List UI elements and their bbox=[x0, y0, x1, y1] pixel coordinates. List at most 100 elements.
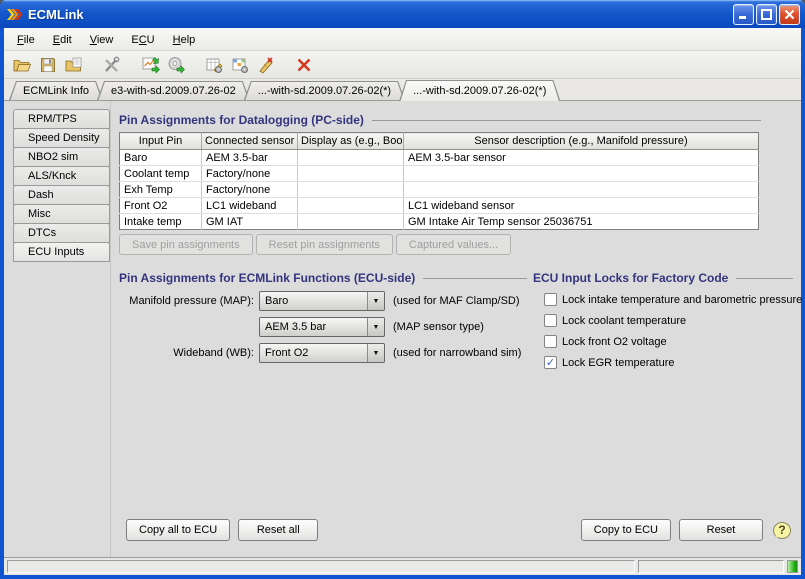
close-button[interactable] bbox=[779, 4, 800, 25]
checkbox-unchecked[interactable] bbox=[544, 314, 557, 327]
menu-help[interactable]: Help bbox=[164, 31, 205, 49]
table-cell[interactable]: Factory/none bbox=[202, 182, 298, 198]
checkbox-label: Lock EGR temperature bbox=[562, 357, 675, 369]
copy-all-to-ecu-button[interactable]: Copy all to ECU bbox=[126, 519, 230, 541]
status-bar bbox=[4, 558, 801, 575]
help-icon[interactable]: ? bbox=[773, 522, 791, 539]
captured-values-button[interactable]: Captured values... bbox=[396, 234, 511, 255]
status-message-panel bbox=[7, 560, 635, 573]
map-source-select[interactable]: Baro ▼ bbox=[259, 291, 385, 311]
column-header-input-pin[interactable]: Input Pin bbox=[120, 133, 202, 150]
edit-tables-icon[interactable] bbox=[202, 53, 226, 77]
save-pin-assignments-button[interactable]: Save pin assignments bbox=[119, 234, 253, 255]
copy-to-ecu-button[interactable]: Copy to ECU bbox=[581, 519, 671, 541]
write-to-ecu-icon[interactable] bbox=[164, 53, 188, 77]
checkbox-label: Lock coolant temperature bbox=[562, 315, 686, 327]
read-from-ecu-icon[interactable] bbox=[138, 53, 162, 77]
tools-icon[interactable] bbox=[100, 53, 124, 77]
table-row[interactable]: Coolant tempFactory/none bbox=[120, 166, 759, 182]
map-sensor-note: (MAP sensor type) bbox=[393, 321, 484, 333]
sidebar-item-rpm-tps[interactable]: RPM/TPS bbox=[13, 109, 110, 129]
lock-row-lock-egr-temperature: ✓ Lock EGR temperature bbox=[533, 356, 793, 369]
menu-view[interactable]: View bbox=[81, 31, 123, 49]
clear-data-icon[interactable] bbox=[254, 53, 278, 77]
table-cell[interactable]: Baro bbox=[120, 150, 202, 166]
table-cell[interactable]: Exh Temp bbox=[120, 182, 202, 198]
ecu-locks-group: ECU Input Locks for Factory Code Lock in… bbox=[533, 271, 793, 369]
table-row[interactable]: Front O2LC1 wideband LC1 wideband sensor bbox=[120, 198, 759, 214]
checkbox-unchecked[interactable] bbox=[544, 335, 557, 348]
tab-0-ecmlink-info[interactable]: ECMLink Info bbox=[9, 81, 103, 100]
wideband-source-select[interactable]: Front O2 ▼ bbox=[259, 343, 385, 363]
table-cell[interactable]: LC1 wideband sensor bbox=[404, 198, 759, 214]
sidebar-item-ecu-inputs[interactable]: ECU Inputs bbox=[13, 242, 110, 262]
lock-row-lock-coolant-temperature: Lock coolant temperature bbox=[533, 314, 793, 327]
status-aux-panel bbox=[638, 560, 784, 573]
content-area: RPM/TPSSpeed DensityNBO2 simALS/KnckDash… bbox=[4, 101, 801, 558]
checkbox-label: Lock intake temperature and barometric p… bbox=[562, 294, 802, 306]
checkbox-unchecked[interactable] bbox=[544, 293, 557, 306]
table-cell[interactable]: AEM 3.5-bar bbox=[202, 150, 298, 166]
table-cell[interactable] bbox=[298, 198, 404, 214]
reset-all-button[interactable]: Reset all bbox=[238, 519, 318, 541]
menu-ecu[interactable]: ECU bbox=[122, 31, 163, 49]
tab-2-with-sd-2009-07-26-02[interactable]: ...-with-sd.2009.07.26-02(*) bbox=[244, 81, 405, 100]
table-cell[interactable]: Front O2 bbox=[120, 198, 202, 214]
app-window: ECMLink FileEditViewECUHelp bbox=[0, 0, 805, 579]
tab-1-e3-with-sd-2009-07-26-02[interactable]: e3-with-sd.2009.07.26-02 bbox=[97, 81, 250, 100]
table-cell[interactable] bbox=[298, 166, 404, 182]
menu-bar: FileEditViewECUHelp bbox=[4, 28, 801, 51]
checkbox-checked[interactable]: ✓ bbox=[544, 356, 557, 369]
sidebar-item-misc[interactable]: Misc bbox=[13, 204, 110, 224]
table-row[interactable]: BaroAEM 3.5-bar AEM 3.5-bar sensor bbox=[120, 150, 759, 166]
table-cell[interactable] bbox=[404, 182, 759, 198]
datalogging-group: Pin Assignments for Datalogging (PC-side… bbox=[119, 113, 761, 255]
view-tables-icon[interactable] bbox=[228, 53, 252, 77]
table-cell[interactable] bbox=[298, 214, 404, 230]
tab-3-with-sd-2009-07-26-02[interactable]: ...-with-sd.2009.07.26-02(*) bbox=[399, 80, 560, 101]
wideband-label: Wideband (WB): bbox=[119, 347, 259, 359]
sidebar-item-nbo2-sim[interactable]: NBO2 sim bbox=[13, 147, 110, 167]
pin-table-body: BaroAEM 3.5-barAEM 3.5-bar sensorCoolant… bbox=[120, 150, 759, 230]
ecu-locks-group-title: ECU Input Locks for Factory Code bbox=[533, 271, 793, 285]
lock-row-lock-front-o2-voltage: Lock front O2 voltage bbox=[533, 335, 793, 348]
pin-assignment-table[interactable]: Input PinConnected sensorDisplay as (e.g… bbox=[119, 132, 759, 230]
reset-button[interactable]: Reset bbox=[679, 519, 763, 541]
column-header-display-as-e-g-boost[interactable]: Display as (e.g., Boost) bbox=[298, 133, 404, 150]
table-cell[interactable] bbox=[298, 182, 404, 198]
table-cell[interactable]: GM IAT bbox=[202, 214, 298, 230]
table-row[interactable]: Exh TempFactory/none bbox=[120, 182, 759, 198]
map-note: (used for MAF Clamp/SD) bbox=[393, 295, 520, 307]
delete-icon[interactable] bbox=[292, 53, 316, 77]
title-bar[interactable]: ECMLink bbox=[0, 0, 805, 28]
chevron-down-icon: ▼ bbox=[367, 292, 384, 310]
sidebar-item-dtcs[interactable]: DTCs bbox=[13, 223, 110, 243]
table-cell[interactable]: LC1 wideband bbox=[202, 198, 298, 214]
column-header-connected-sensor[interactable]: Connected sensor bbox=[202, 133, 298, 150]
checkbox-label: Lock front O2 voltage bbox=[562, 336, 667, 348]
minimize-button[interactable] bbox=[733, 4, 754, 25]
open-file-icon[interactable] bbox=[10, 53, 34, 77]
table-cell[interactable]: Factory/none bbox=[202, 166, 298, 182]
column-header-sensor-description-e[interactable]: Sensor description (e.g., Manifold press… bbox=[404, 133, 759, 150]
table-cell[interactable]: GM Intake Air Temp sensor 25036751 bbox=[404, 214, 759, 230]
save-as-icon[interactable] bbox=[62, 53, 86, 77]
sidebar-item-dash[interactable]: Dash bbox=[13, 185, 110, 205]
sidebar-item-als-knck[interactable]: ALS/Knck bbox=[13, 166, 110, 186]
table-cell[interactable] bbox=[404, 166, 759, 182]
menu-edit[interactable]: Edit bbox=[44, 31, 81, 49]
app-icon bbox=[6, 6, 23, 23]
reset-pin-assignments-button[interactable]: Reset pin assignments bbox=[256, 234, 393, 255]
connection-status-indicator bbox=[787, 560, 798, 573]
table-cell[interactable]: Intake temp bbox=[120, 214, 202, 230]
table-cell[interactable]: Coolant temp bbox=[120, 166, 202, 182]
menu-file[interactable]: File bbox=[8, 31, 44, 49]
sidebar-item-speed-density[interactable]: Speed Density bbox=[13, 128, 110, 148]
table-row[interactable]: Intake tempGM IAT GM Intake Air Temp sens… bbox=[120, 214, 759, 230]
maximize-button[interactable] bbox=[756, 4, 777, 25]
table-cell[interactable] bbox=[298, 150, 404, 166]
map-sensor-type-select[interactable]: AEM 3.5 bar ▼ bbox=[259, 317, 385, 337]
save-file-icon[interactable] bbox=[36, 53, 60, 77]
table-cell[interactable]: AEM 3.5-bar sensor bbox=[404, 150, 759, 166]
datalogging-group-title: Pin Assignments for Datalogging (PC-side… bbox=[119, 113, 761, 127]
